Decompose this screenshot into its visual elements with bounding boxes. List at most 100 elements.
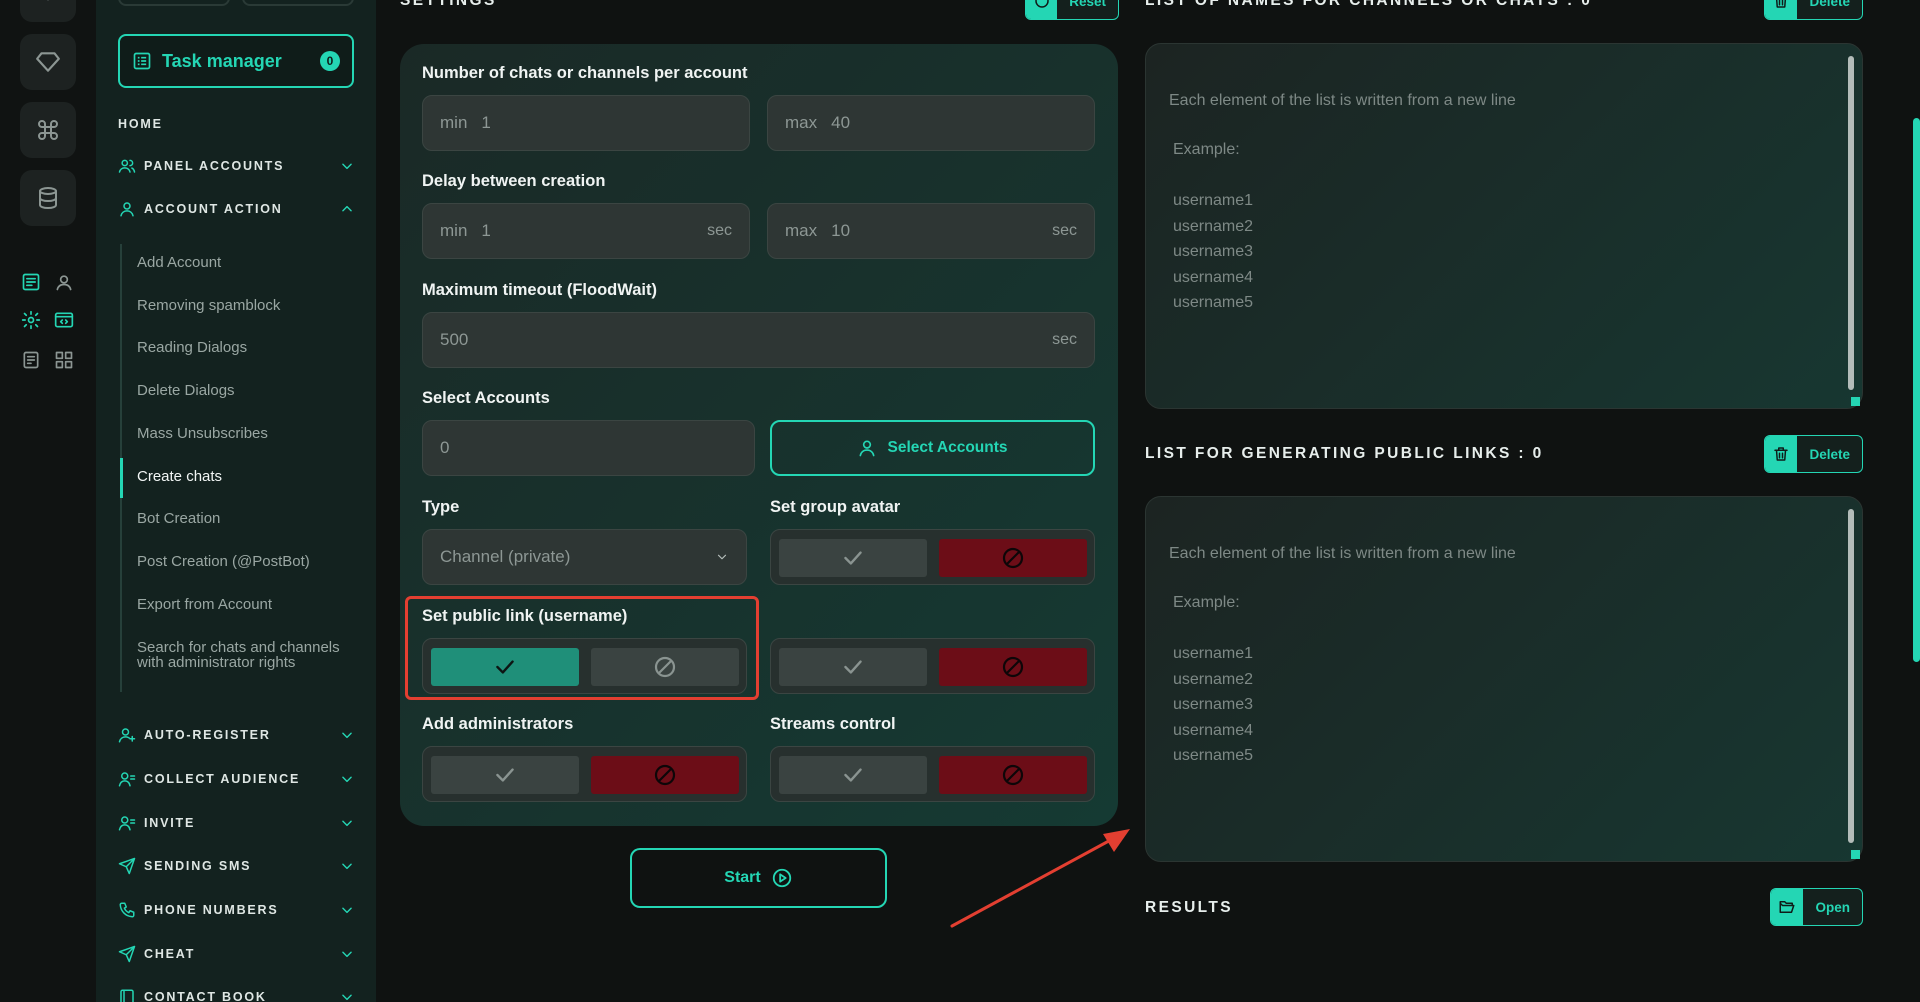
rail-user-pin-button[interactable] — [50, 268, 78, 296]
sidebar-item-delete-dialogs[interactable]: Delete Dialogs — [137, 383, 235, 398]
code-window-icon — [54, 312, 74, 328]
links-delete-button[interactable]: Delete — [1764, 435, 1863, 473]
unlabeled-enable-option[interactable] — [779, 648, 927, 686]
sidebar-item-mass-unsubscribes[interactable]: Mass Unsubscribes — [137, 426, 268, 441]
select-accounts-label: Select Accounts — [422, 389, 550, 407]
nav-auto-register[interactable]: AUTO-REGISTER — [118, 723, 354, 747]
nav-phone-numbers[interactable]: PHONE NUMBERS — [118, 898, 354, 922]
delay-min-input[interactable]: min 1 sec — [422, 203, 750, 259]
check-icon — [844, 768, 862, 782]
names-list-textarea[interactable]: Each element of the list is written from… — [1145, 43, 1863, 409]
nav-cheat[interactable]: CHEAT — [118, 942, 354, 966]
admins-enable-option[interactable] — [431, 756, 579, 794]
start-button[interactable]: Start — [630, 848, 887, 908]
book-icon — [120, 989, 134, 1002]
type-select[interactable]: Channel (private) — [422, 529, 747, 585]
start-label: Start — [724, 869, 761, 886]
chats-min-input[interactable]: min 1 — [422, 95, 750, 151]
page-scrollbar[interactable] — [1913, 118, 1920, 662]
sidebar-item-reading-dialogs[interactable]: Reading Dialogs — [137, 340, 247, 355]
links-example-item: username3 — [1173, 696, 1254, 713]
links-delete-label: Delete — [1809, 446, 1850, 462]
min-prefix: min — [440, 221, 468, 240]
sidebar-top-tab[interactable] — [242, 0, 354, 6]
links-scrollbar[interactable] — [1848, 509, 1854, 843]
nav-invite[interactable]: INVITE — [118, 811, 354, 835]
streams-disable-option[interactable] — [939, 756, 1087, 794]
links-hint: Each element of the list is written from… — [1169, 545, 1516, 562]
block-icon — [654, 764, 676, 786]
group-avatar-toggle — [770, 529, 1095, 585]
rail-settings-button[interactable] — [17, 306, 45, 334]
links-list-textarea[interactable]: Each element of the list is written from… — [1145, 496, 1863, 862]
chevron-down-icon — [47, 0, 49, 1]
group-avatar-enable-option[interactable] — [779, 539, 927, 577]
sidebar-item-post-creation[interactable]: Post Creation (@PostBot) — [137, 554, 310, 569]
chats-max-value: 40 — [831, 113, 851, 132]
nav-contact-book[interactable]: CONTACT BOOK — [118, 985, 354, 1002]
annotation-arrow — [950, 829, 1130, 928]
rail-command-button[interactable] — [20, 102, 76, 158]
nav-collect-audience[interactable]: COLLECT AUDIENCE — [118, 767, 354, 791]
nav-home[interactable]: HOME — [118, 112, 354, 136]
reset-label: Reset — [1069, 0, 1106, 9]
user-pin-icon — [56, 275, 72, 291]
block-icon — [1002, 764, 1024, 786]
rail-database-button[interactable] — [20, 170, 76, 226]
admins-disable-option[interactable] — [591, 756, 739, 794]
rail-top-button[interactable] — [20, 0, 76, 22]
results-open-button[interactable]: Open — [1770, 888, 1863, 926]
sidebar-item-removing-spamblock[interactable]: Removing spamblock — [137, 298, 280, 313]
icon-rail — [0, 0, 96, 1002]
group-avatar-disable-option[interactable] — [939, 539, 1087, 577]
nav-sending-sms[interactable]: SENDING SMS — [118, 854, 354, 878]
task-manager-button[interactable]: Task manager 0 — [118, 34, 354, 88]
names-scrollbar[interactable] — [1848, 56, 1854, 390]
names-delete-button[interactable]: Delete — [1764, 0, 1863, 20]
names-example-item: username1 — [1173, 192, 1254, 209]
nav-collect-audience-label: COLLECT AUDIENCE — [144, 772, 301, 786]
rail-diamond-button[interactable] — [20, 34, 76, 90]
annotation-highlight-box — [405, 596, 759, 700]
rail-list-button[interactable] — [17, 268, 45, 296]
nav-account-action[interactable]: ACCOUNT ACTION — [118, 197, 354, 221]
send-star-icon — [118, 945, 136, 963]
task-list-icon — [133, 52, 151, 70]
unlabeled-disable-option[interactable] — [939, 648, 1087, 686]
sidebar-top-tab[interactable] — [118, 0, 230, 6]
reset-button[interactable]: Reset — [1025, 0, 1119, 20]
sidebar-item-add-account[interactable]: Add Account — [137, 255, 221, 270]
sidebar-item-bot-creation[interactable]: Bot Creation — [137, 511, 220, 526]
nav-panel-accounts[interactable]: PANEL ACCOUNTS — [118, 154, 354, 178]
sec-unit: sec — [1052, 331, 1077, 348]
rail-code-button[interactable] — [50, 306, 78, 334]
nav-panel-accounts-label: PANEL ACCOUNTS — [144, 159, 285, 173]
block-icon — [1002, 547, 1024, 569]
names-example-item: username2 — [1173, 217, 1254, 235]
select-accounts-button[interactable]: Select Accounts — [770, 420, 1095, 476]
sidebar-item-search-admin-chats[interactable]: Search for chats and channels with admin… — [137, 640, 347, 670]
nav-sending-sms-label: SENDING SMS — [144, 859, 252, 873]
accounts-count-input[interactable]: 0 — [422, 420, 755, 476]
nav-cheat-label: CHEAT — [144, 947, 196, 961]
chevron-down-icon — [342, 863, 352, 870]
select-accounts-button-label: Select Accounts — [887, 439, 1008, 456]
check-icon — [844, 660, 862, 674]
timeout-input[interactable]: 500 sec — [422, 312, 1095, 368]
rail-grid-button[interactable] — [50, 346, 78, 374]
sidebar-item-export-from-account[interactable]: Export from Account — [137, 597, 272, 612]
check-icon — [844, 551, 862, 565]
rail-notes-button[interactable] — [17, 346, 45, 374]
settings-title: SETTINGS — [400, 0, 497, 9]
links-resize-handle[interactable] — [1851, 850, 1860, 859]
delay-max-input[interactable]: max 10 sec — [767, 203, 1095, 259]
streams-enable-option[interactable] — [779, 756, 927, 794]
sidebar-item-create-chats[interactable]: Create chats — [137, 469, 222, 484]
chats-min-value: 1 — [481, 113, 491, 132]
chats-per-account-label: Number of chats or channels per account — [422, 64, 748, 82]
max-prefix: max — [785, 221, 818, 240]
links-example-label: Example: — [1173, 594, 1240, 611]
chats-max-input[interactable]: max 40 — [767, 95, 1095, 151]
submenu-active-indicator — [120, 458, 123, 498]
names-resize-handle[interactable] — [1851, 397, 1860, 406]
